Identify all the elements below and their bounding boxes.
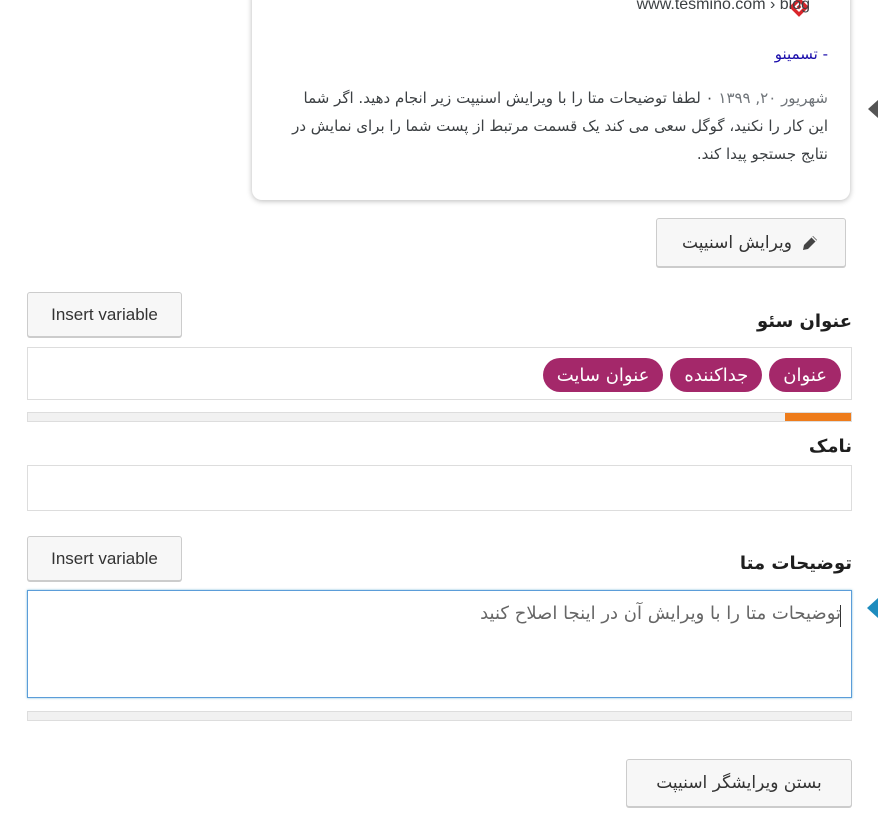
close-snippet-editor-button[interactable]: بستن ویرایشگر اسنیپت (626, 759, 852, 807)
seo-title-label: عنوان سئو (756, 311, 852, 332)
seo-title-field[interactable]: عنوان جداکننده عنوان سایت (27, 347, 852, 400)
meta-description-active-arrow-icon (867, 598, 878, 618)
slug-label: نامک (808, 436, 852, 457)
pencil-icon (802, 235, 817, 250)
edit-snippet-button[interactable]: ویرایش اسنیپت (656, 218, 846, 267)
preview-description: شهریور ۲۰, ۱۳۹۹ ۰ لطفا توضیحات متا را با… (288, 84, 828, 168)
meta-description-insert-variable-button[interactable]: Insert variable (27, 536, 182, 581)
preview-url: www.tesmino.com › blog (636, 0, 810, 13)
variable-pill-title[interactable]: عنوان (769, 358, 841, 392)
meta-description-label: توضیحات متا (739, 553, 852, 574)
slug-input[interactable] (27, 465, 852, 511)
meta-description-input[interactable]: توضیحات متا را با ویرایش آن در اینجا اصل… (27, 590, 852, 698)
seo-title-insert-variable-button[interactable]: Insert variable (27, 292, 182, 337)
meta-description-progress-bar (27, 711, 852, 721)
seo-title-variables: عنوان جداکننده عنوان سایت (542, 358, 841, 392)
variable-pill-site-title[interactable]: عنوان سایت (542, 358, 664, 392)
preview-date: شهریور ۲۰, ۱۳۹۹ (713, 89, 828, 107)
google-preview-card: www.tesmino.com › blog - تسمینو شهریور ۲… (252, 0, 850, 200)
preview-site-name[interactable]: - تسمینو (775, 45, 828, 63)
meta-description-placeholder: توضیحات متا را با ویرایش آن در اینجا اصل… (480, 603, 841, 624)
preview-mode-arrow-icon (868, 100, 878, 118)
seo-title-progress-fill (785, 413, 851, 421)
edit-snippet-label: ویرایش اسنیپت (682, 232, 792, 253)
variable-pill-separator[interactable]: جداکننده (670, 358, 763, 392)
seo-title-progress-bar (27, 412, 852, 422)
